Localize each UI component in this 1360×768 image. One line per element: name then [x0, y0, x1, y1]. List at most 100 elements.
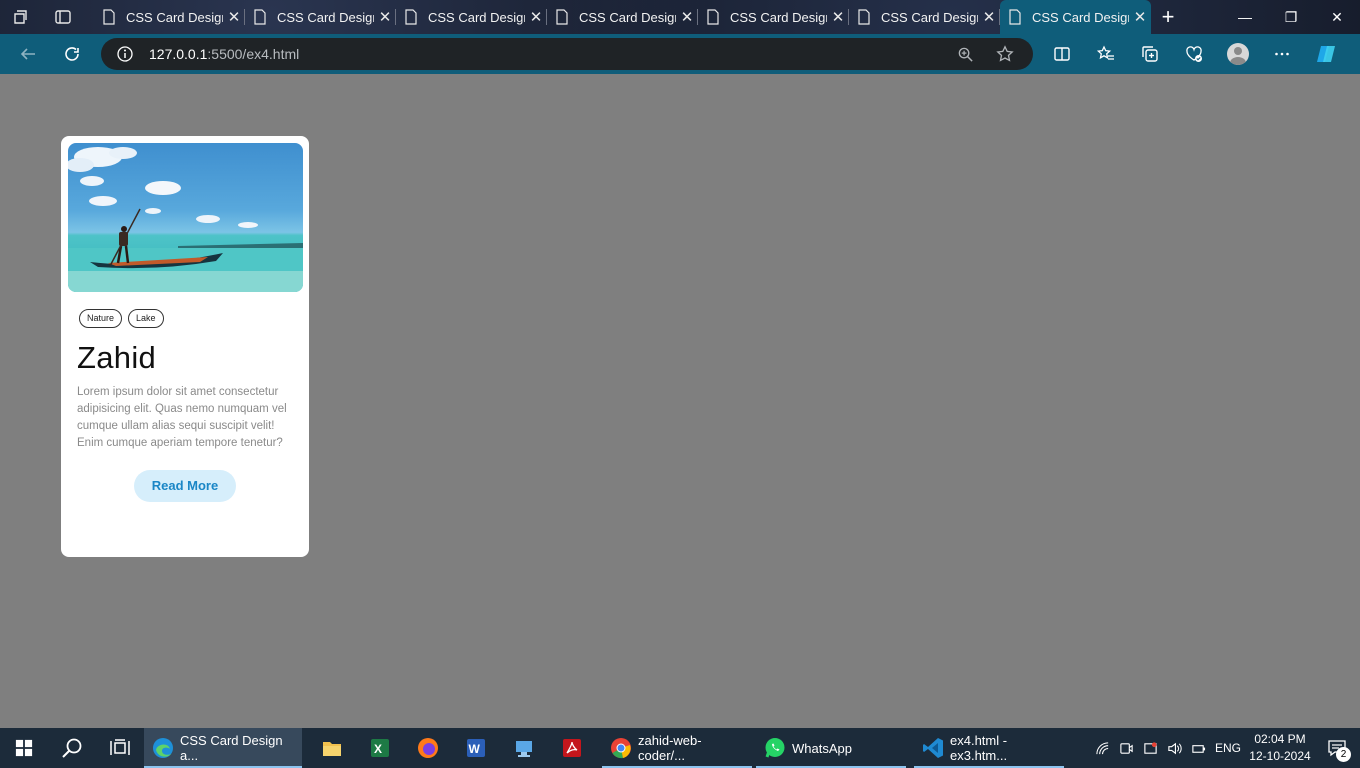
- browser-essentials-icon[interactable]: [1172, 34, 1216, 74]
- taskbar-app-whatsapp[interactable]: WhatsApp: [756, 728, 906, 768]
- browser-toolbar: 127.0.0.1:5500/ex4.html: [0, 34, 1360, 74]
- profile-button[interactable]: [1216, 34, 1260, 74]
- network-icon[interactable]: [1090, 741, 1114, 756]
- chrome-icon: [611, 738, 631, 759]
- security-icon[interactable]: [1138, 741, 1162, 756]
- clock[interactable]: 02:04 PM 12-10-2024: [1246, 731, 1314, 765]
- avatar: [1227, 43, 1249, 65]
- battery-icon[interactable]: [1186, 741, 1210, 756]
- browser-tab-active[interactable]: CSS Card Design ✕: [1000, 0, 1151, 34]
- refresh-button[interactable]: [50, 34, 94, 74]
- page-icon: [707, 9, 719, 25]
- page-icon: [103, 9, 115, 25]
- taskbar-app-edge[interactable]: CSS Card Design a...: [144, 728, 302, 768]
- restore-icon[interactable]: ❐: [1268, 0, 1314, 34]
- svg-text:X: X: [374, 742, 382, 756]
- taskbar-app-label: zahid-web-coder/...: [638, 733, 702, 763]
- page-icon: [405, 9, 417, 25]
- url-path: :5500/ex4.html: [207, 46, 300, 62]
- close-icon[interactable]: ✕: [1129, 8, 1151, 26]
- windows-start-icon[interactable]: [0, 728, 48, 768]
- taskbar-app-label: ex4.html - ex3.htm...: [950, 733, 1008, 763]
- card-description: Lorem ipsum dolor sit amet consectetur a…: [77, 386, 287, 449]
- close-icon[interactable]: ✕: [978, 8, 1000, 26]
- back-button[interactable]: [6, 34, 50, 74]
- new-tab-button[interactable]: +: [1151, 0, 1185, 34]
- split-screen-icon[interactable]: [1040, 34, 1084, 74]
- workspaces-icon[interactable]: [0, 0, 42, 34]
- notification-count-badge: 2: [1336, 747, 1351, 762]
- task-view-icon[interactable]: [96, 728, 144, 768]
- browser-tab[interactable]: CSS Card Design ✕: [849, 0, 1000, 34]
- meet-now-icon[interactable]: [1114, 741, 1138, 756]
- page-icon: [254, 9, 266, 25]
- browser-tab[interactable]: CSS Card Design ✕: [547, 0, 698, 34]
- notifications-icon[interactable]: 2: [1314, 738, 1360, 762]
- windows-taskbar: CSS Card Design a... X W zahid-web-coder…: [0, 728, 1360, 768]
- acrobat-icon[interactable]: [548, 728, 596, 768]
- favorites-icon[interactable]: [1084, 34, 1128, 74]
- svg-text:W: W: [469, 742, 481, 756]
- taskbar-app-vscode[interactable]: ex4.html - ex3.htm...: [914, 728, 1064, 768]
- page-icon: [1009, 9, 1021, 25]
- tag-nature[interactable]: Nature: [79, 309, 123, 328]
- collections-icon[interactable]: [1128, 34, 1172, 74]
- page-icon: [556, 9, 568, 25]
- tag-lake[interactable]: Lake: [128, 309, 164, 328]
- edge-icon: [153, 738, 173, 758]
- tab-actions-icon[interactable]: [42, 0, 84, 34]
- word-icon[interactable]: W: [452, 728, 500, 768]
- excel-icon[interactable]: X: [356, 728, 404, 768]
- tab-title: CSS Card Design: [428, 9, 525, 25]
- window-controls: — ❐ ✕: [1222, 0, 1360, 34]
- favorite-star-icon[interactable]: [985, 45, 1025, 63]
- address-bar[interactable]: 127.0.0.1:5500/ex4.html: [101, 38, 1033, 70]
- lake-boat-photo: [68, 147, 303, 292]
- tab-title: CSS Card Design: [579, 9, 676, 25]
- close-icon[interactable]: ✕: [374, 8, 396, 26]
- close-icon[interactable]: ✕: [827, 8, 849, 26]
- read-more-button[interactable]: Read More: [134, 470, 236, 502]
- language-indicator[interactable]: ENG: [1210, 741, 1246, 755]
- browser-tab[interactable]: CSS Card Design ✕: [245, 0, 396, 34]
- tab-title: CSS Card Design: [1032, 9, 1129, 25]
- clock-time: 02:04 PM: [1254, 732, 1306, 746]
- close-icon[interactable]: ✕: [676, 8, 698, 26]
- search-icon[interactable]: [48, 728, 96, 768]
- minimize-icon[interactable]: —: [1222, 0, 1268, 34]
- card: Nature Lake Zahid Lorem ipsum dolor sit …: [61, 136, 309, 557]
- close-window-icon[interactable]: ✕: [1314, 0, 1360, 34]
- file-explorer-icon[interactable]: [308, 728, 356, 768]
- site-info-icon[interactable]: [101, 45, 149, 63]
- back-arrow-icon: [20, 48, 35, 60]
- zoom-icon[interactable]: [945, 46, 985, 63]
- tab-title: CSS Card Design: [881, 9, 978, 25]
- close-icon[interactable]: ✕: [223, 8, 245, 26]
- tag-list: Nature Lake: [79, 309, 302, 328]
- browser-tab[interactable]: CSS Card Design ✕: [698, 0, 849, 34]
- card-image: [68, 143, 303, 292]
- close-icon[interactable]: ✕: [525, 8, 547, 26]
- volume-icon[interactable]: [1162, 741, 1186, 756]
- taskbar-app-label: WhatsApp: [792, 740, 852, 756]
- browser-tab[interactable]: CSS Card Design ✕: [396, 0, 547, 34]
- browser-tab[interactable]: CSS Card Design ✕: [94, 0, 245, 34]
- clock-date: 12-10-2024: [1249, 749, 1311, 763]
- system-tray: ENG 02:04 PM 12-10-2024 2: [1090, 728, 1360, 768]
- vscode-icon: [923, 738, 943, 758]
- whatsapp-icon: [765, 738, 785, 758]
- page-icon: [858, 9, 870, 25]
- url-host: 127.0.0.1: [149, 46, 208, 62]
- tab-title: CSS Card Design: [277, 9, 374, 25]
- tab-title: CSS Card Design: [126, 9, 223, 25]
- taskbar-app-chrome[interactable]: zahid-web-coder/...: [602, 728, 752, 768]
- taskbar-app-label: CSS Card Design a...: [180, 733, 283, 763]
- browser-tab-strip: CSS Card Design ✕ CSS Card Design ✕ CSS …: [0, 0, 1360, 34]
- copilot-icon[interactable]: [1304, 34, 1348, 74]
- more-options-icon[interactable]: [1260, 34, 1304, 74]
- firefox-icon[interactable]: [404, 728, 452, 768]
- computer-icon[interactable]: [500, 728, 548, 768]
- card-title: Zahid: [77, 340, 157, 375]
- refresh-icon: [65, 47, 79, 61]
- tab-title: CSS Card Design: [730, 9, 827, 25]
